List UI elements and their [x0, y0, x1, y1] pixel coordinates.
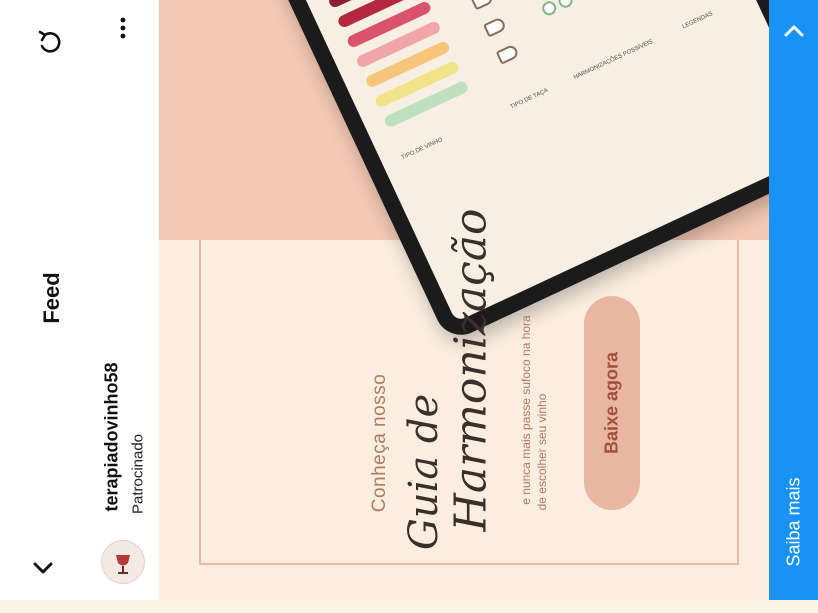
download-button-label: Baixe agora	[601, 351, 622, 455]
ring-mark	[556, 0, 575, 10]
ad-subtitle-2: de escolher seu vinho	[535, 393, 549, 511]
more-vertical-icon	[120, 17, 126, 39]
expand-button[interactable]	[779, 16, 809, 46]
ad-script-title-2: Harmonização	[445, 208, 497, 532]
ad-intro: Conheça nosso	[369, 373, 390, 513]
app-top-bar: Feed	[0, 0, 85, 600]
tablet-label: TIPO DE TAÇA	[509, 87, 550, 111]
download-button[interactable]: Baixe agora	[584, 296, 640, 510]
ad-subtitle-1: e nunca mais passe sufoco na hora	[519, 315, 533, 505]
wine-glass-logo-icon	[116, 555, 130, 574]
glass-mark	[495, 43, 520, 65]
glass-mark	[470, 0, 495, 11]
page-title: Feed	[39, 272, 64, 324]
chevron-down-icon	[33, 562, 53, 574]
ring-mark	[539, 0, 559, 18]
harmonization-rings	[499, 0, 676, 45]
learn-more-label[interactable]: Saiba mais	[784, 477, 805, 566]
ad-image[interactable]: TIPO DE VINHO TIPO DE TAÇA HARMONIZAÇÕES…	[159, 0, 769, 600]
tablet-label: LEGENDAS	[681, 11, 714, 31]
ring-mark	[572, 0, 592, 3]
tablet-label: HARMONIZAÇÕES POSSÍVEIS	[572, 38, 654, 82]
avatar[interactable]	[101, 540, 145, 584]
chevron-up-icon	[784, 25, 804, 37]
learn-more-bar[interactable]: Saiba mais	[769, 0, 818, 600]
username[interactable]: terapiadovinho58	[102, 362, 123, 511]
ad-script-title-1: Guia de	[401, 393, 447, 551]
sponsored-label: Patrocinado	[129, 433, 147, 515]
back-button[interactable]	[28, 552, 58, 582]
post-header: terapiadovinho58 Patrocinado	[85, 0, 159, 600]
bottom-edge	[0, 600, 818, 613]
refresh-button[interactable]	[33, 25, 67, 59]
refresh-icon	[38, 30, 61, 53]
tablet-label: TIPO DE VINHO	[400, 137, 444, 162]
glass-mark	[483, 16, 508, 38]
post-menu-button[interactable]	[111, 14, 135, 42]
